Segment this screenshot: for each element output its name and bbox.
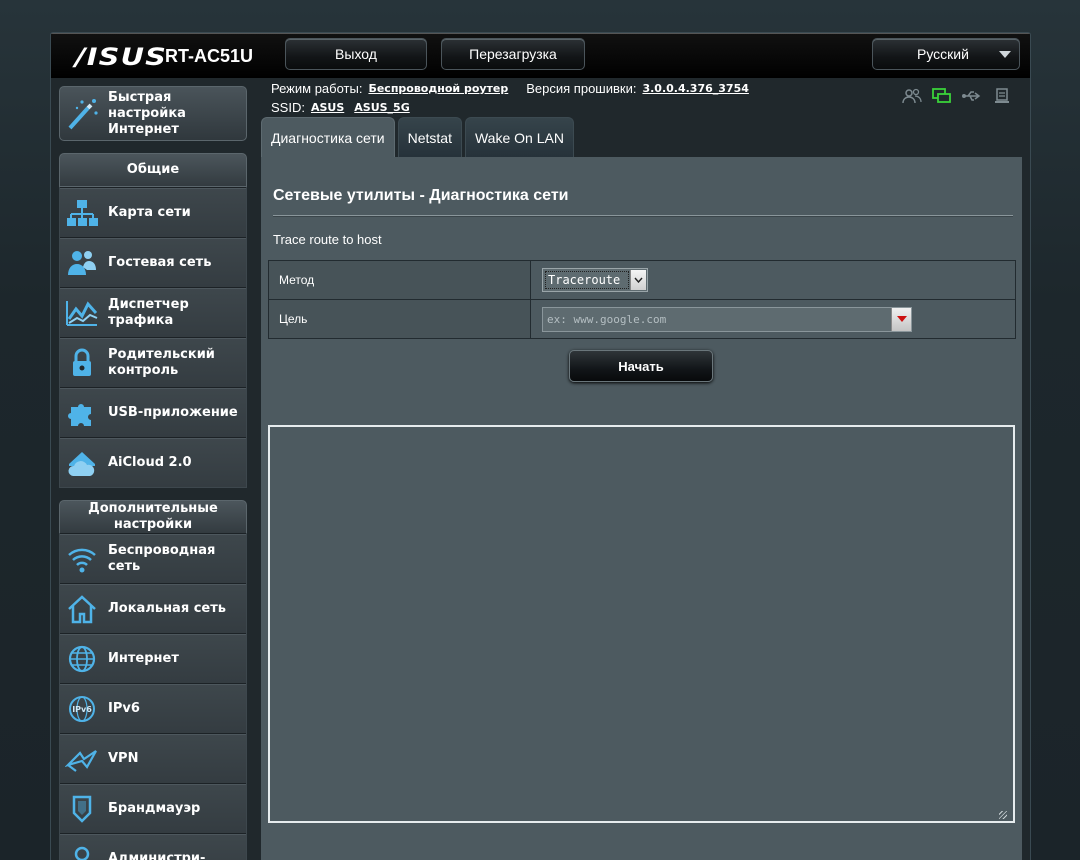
tab-bar: Диагностика сети Netstat Wake On LAN bbox=[261, 117, 574, 157]
aicloud-icon bbox=[65, 447, 99, 479]
language-label: Русский bbox=[917, 46, 969, 62]
start-button[interactable]: Начать bbox=[569, 350, 713, 382]
sidebar-item-lan[interactable]: Локальная сеть bbox=[60, 583, 246, 633]
svg-text:IPv6: IPv6 bbox=[72, 705, 92, 714]
sidebar-item-aicloud[interactable]: AiCloud 2.0 bbox=[60, 437, 246, 487]
sidebar-item-parental-control[interactable]: Родительский контроль bbox=[60, 337, 246, 387]
quick-setup-button[interactable]: Быстрая настройка Интернет bbox=[59, 86, 247, 141]
page-title: Сетевые утилиты - Диагностика сети bbox=[273, 187, 569, 204]
form-row-method: Метод Traceroute bbox=[268, 260, 1016, 300]
mode-link[interactable]: Беспроводной роутер bbox=[368, 82, 508, 95]
sidebar-item-label: Локальная сеть bbox=[108, 600, 226, 616]
tab-netstat[interactable]: Netstat bbox=[397, 117, 462, 157]
model-name: RT-AC51U bbox=[165, 46, 254, 66]
method-label: Метод bbox=[268, 260, 531, 300]
guest-network-icon bbox=[65, 247, 99, 279]
caret-down-icon bbox=[896, 316, 907, 322]
sidebar-item-network-map[interactable]: Карта сети bbox=[60, 187, 246, 237]
magic-wand-icon bbox=[66, 96, 100, 132]
language-select[interactable]: Русский bbox=[872, 38, 1020, 70]
sidebar-item-vpn[interactable]: VPN bbox=[60, 733, 246, 783]
sidebar-item-label: Беспроводная сеть bbox=[108, 542, 216, 574]
sidebar-item-label: USB-приложение bbox=[108, 404, 238, 420]
sidebar-item-label: Диспетчер трафика bbox=[108, 296, 189, 328]
parental-control-icon bbox=[65, 347, 99, 379]
sidebar-item-label: AiCloud 2.0 bbox=[108, 454, 192, 470]
internet-status-icon[interactable] bbox=[931, 87, 953, 105]
advanced-menu-header: Дополнительные настройки bbox=[59, 500, 247, 534]
mode-label: Режим работы: bbox=[271, 81, 363, 96]
top-bar: /ISUS RT-AC51U Выход Перезагрузка Русски… bbox=[51, 33, 1030, 78]
general-menu-header: Общие bbox=[59, 153, 247, 187]
sidebar-item-traffic-manager[interactable]: Диспетчер трафика bbox=[60, 287, 246, 337]
target-dropdown-button[interactable] bbox=[891, 307, 911, 331]
vpn-icon bbox=[64, 743, 99, 775]
wan-icon bbox=[65, 643, 99, 675]
tab-network-diagnostics[interactable]: Диагностика сети bbox=[261, 117, 395, 157]
firewall-icon bbox=[65, 793, 99, 825]
logout-button[interactable]: Выход bbox=[285, 38, 427, 70]
target-label: Цель bbox=[268, 299, 531, 339]
asus-logo: /ISUS bbox=[75, 43, 168, 71]
sidebar-item-label: Администри- bbox=[108, 850, 206, 860]
administration-icon bbox=[65, 843, 99, 860]
firmware-link[interactable]: 3.0.0.4.376_3754 bbox=[642, 82, 748, 95]
sidebar-item-label: Гостевая сеть bbox=[108, 254, 212, 270]
sidebar-item-label: Родительский контроль bbox=[108, 346, 215, 378]
sidebar-item-label: Интернет bbox=[108, 650, 179, 666]
target-field bbox=[542, 306, 912, 332]
sidebar-item-firewall[interactable]: Брандмауэр bbox=[60, 783, 246, 833]
network-map-icon bbox=[65, 197, 99, 229]
ssid-label: SSID: bbox=[271, 100, 305, 115]
sidebar-item-wireless[interactable]: Беспроводная сеть bbox=[60, 533, 246, 583]
ipv6-icon: IPv6 bbox=[65, 693, 99, 725]
reboot-button[interactable]: Перезагрузка bbox=[441, 38, 585, 70]
sidebar-item-wan[interactable]: Интернет bbox=[60, 633, 246, 683]
form-row-target: Цель bbox=[268, 299, 1016, 339]
output-textarea[interactable] bbox=[268, 425, 1015, 823]
chevron-down-icon bbox=[630, 270, 646, 290]
status-icons bbox=[901, 87, 1013, 105]
lan-icon bbox=[65, 593, 99, 625]
chevron-down-icon bbox=[999, 51, 1011, 58]
wireless-icon bbox=[65, 543, 99, 575]
sidebar-item-administration[interactable]: Администри- bbox=[60, 833, 246, 860]
method-select-value: Traceroute bbox=[545, 271, 629, 289]
router-frame: /ISUS RT-AC51U Выход Перезагрузка Русски… bbox=[50, 32, 1031, 860]
ssid-link-2[interactable]: ASUS_5G bbox=[354, 101, 409, 114]
method-select[interactable]: Traceroute bbox=[542, 268, 648, 292]
usb-icon[interactable] bbox=[961, 87, 983, 105]
sidebar-item-label: Брандмауэр bbox=[108, 800, 201, 816]
sidebar-item-guest-network[interactable]: Гостевая сеть bbox=[60, 237, 246, 287]
quick-setup-label: Быстрая настройка Интернет bbox=[108, 89, 186, 137]
sidebar-item-label: VPN bbox=[108, 750, 139, 766]
firmware-label: Версия прошивки: bbox=[526, 81, 637, 96]
usb-app-icon bbox=[65, 397, 99, 429]
sidebar-item-label: Карта сети bbox=[108, 204, 191, 220]
tab-wake-on-lan[interactable]: Wake On LAN bbox=[464, 117, 574, 157]
page-description: Trace route to host bbox=[273, 232, 382, 247]
sidebar-item-ipv6[interactable]: IPv6 IPv6 bbox=[60, 683, 246, 733]
clients-icon[interactable] bbox=[901, 87, 923, 105]
content-panel: Сетевые утилиты - Диагностика сети Trace… bbox=[261, 157, 1022, 860]
general-menu: Карта сети Гостевая сеть Диспетчер трафи… bbox=[59, 187, 247, 488]
status-info: Режим работы: Беспроводной роутер Версия… bbox=[271, 79, 749, 117]
sidebar-item-label: IPv6 bbox=[108, 700, 140, 716]
resize-grip-icon[interactable] bbox=[999, 811, 1007, 819]
traffic-manager-icon bbox=[65, 297, 99, 329]
target-input[interactable] bbox=[543, 307, 891, 331]
diagnostics-form: Метод Traceroute Цель bbox=[268, 260, 1016, 339]
title-divider bbox=[273, 215, 1013, 216]
ssid-link-1[interactable]: ASUS bbox=[311, 101, 344, 114]
printer-icon[interactable] bbox=[991, 87, 1013, 105]
advanced-menu: Беспроводная сеть Локальная сеть Интерне… bbox=[59, 533, 247, 860]
sidebar-item-usb-app[interactable]: USB-приложение bbox=[60, 387, 246, 437]
